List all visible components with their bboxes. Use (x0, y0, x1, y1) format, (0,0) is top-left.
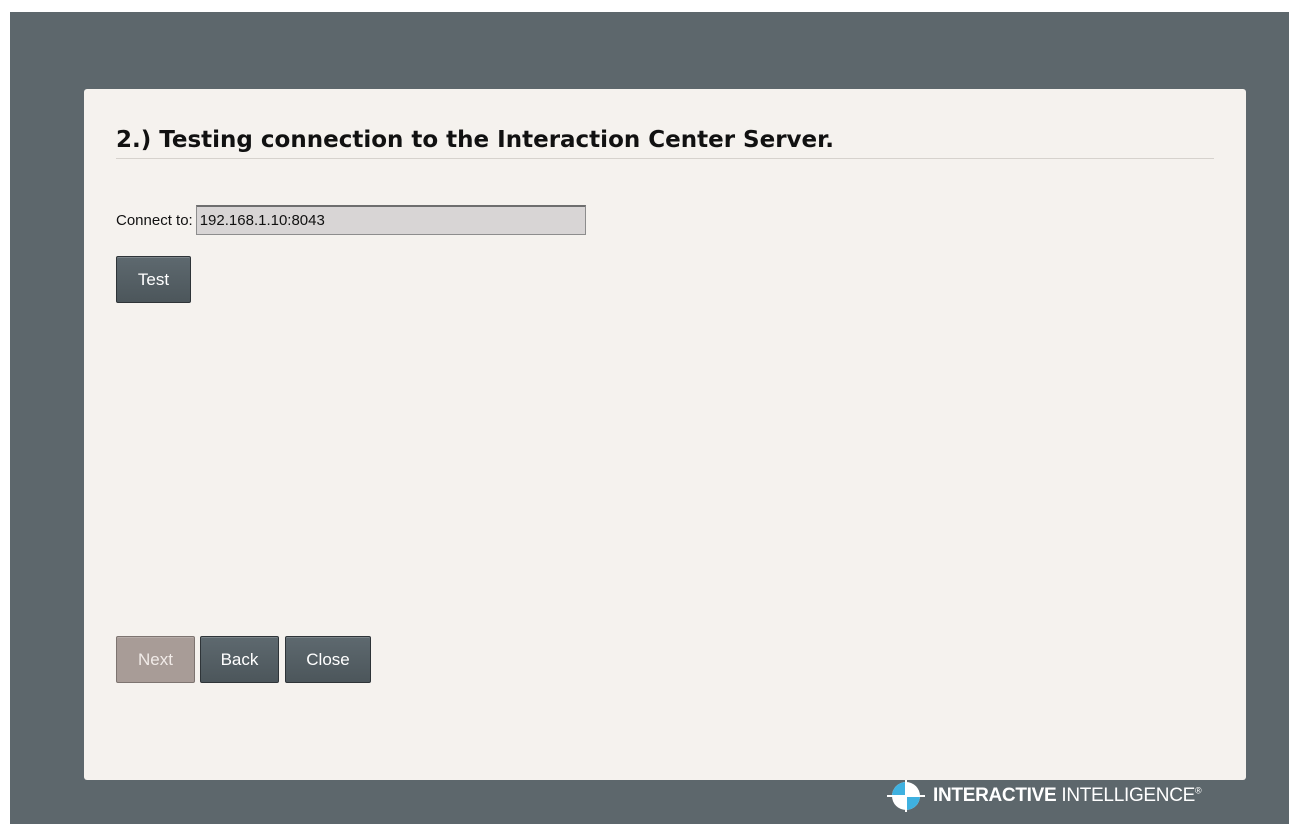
brand-name: INTERACTIVE INTELLIGENCE® (933, 785, 1202, 807)
trademark-symbol: ® (1195, 785, 1202, 796)
back-button[interactable]: Back (200, 636, 279, 683)
globe-cross-icon (887, 780, 925, 812)
brand-name-strong: INTERACTIVE (933, 785, 1057, 806)
brand-name-light: INTELLIGENCE (1056, 785, 1196, 806)
connect-to-input[interactable] (195, 205, 586, 235)
close-button[interactable]: Close (285, 636, 371, 683)
wizard-panel: 2.) Testing connection to the Interactio… (84, 89, 1246, 780)
next-button[interactable]: Next (116, 636, 195, 683)
connect-label: Connect to: (116, 211, 193, 229)
connect-row: Connect to: (116, 202, 586, 238)
page-title: 2.) Testing connection to the Interactio… (116, 127, 1214, 159)
test-button[interactable]: Test (116, 256, 191, 303)
brand-logo: INTERACTIVE INTELLIGENCE® (887, 779, 1202, 813)
app-frame: 2.) Testing connection to the Interactio… (10, 12, 1289, 824)
